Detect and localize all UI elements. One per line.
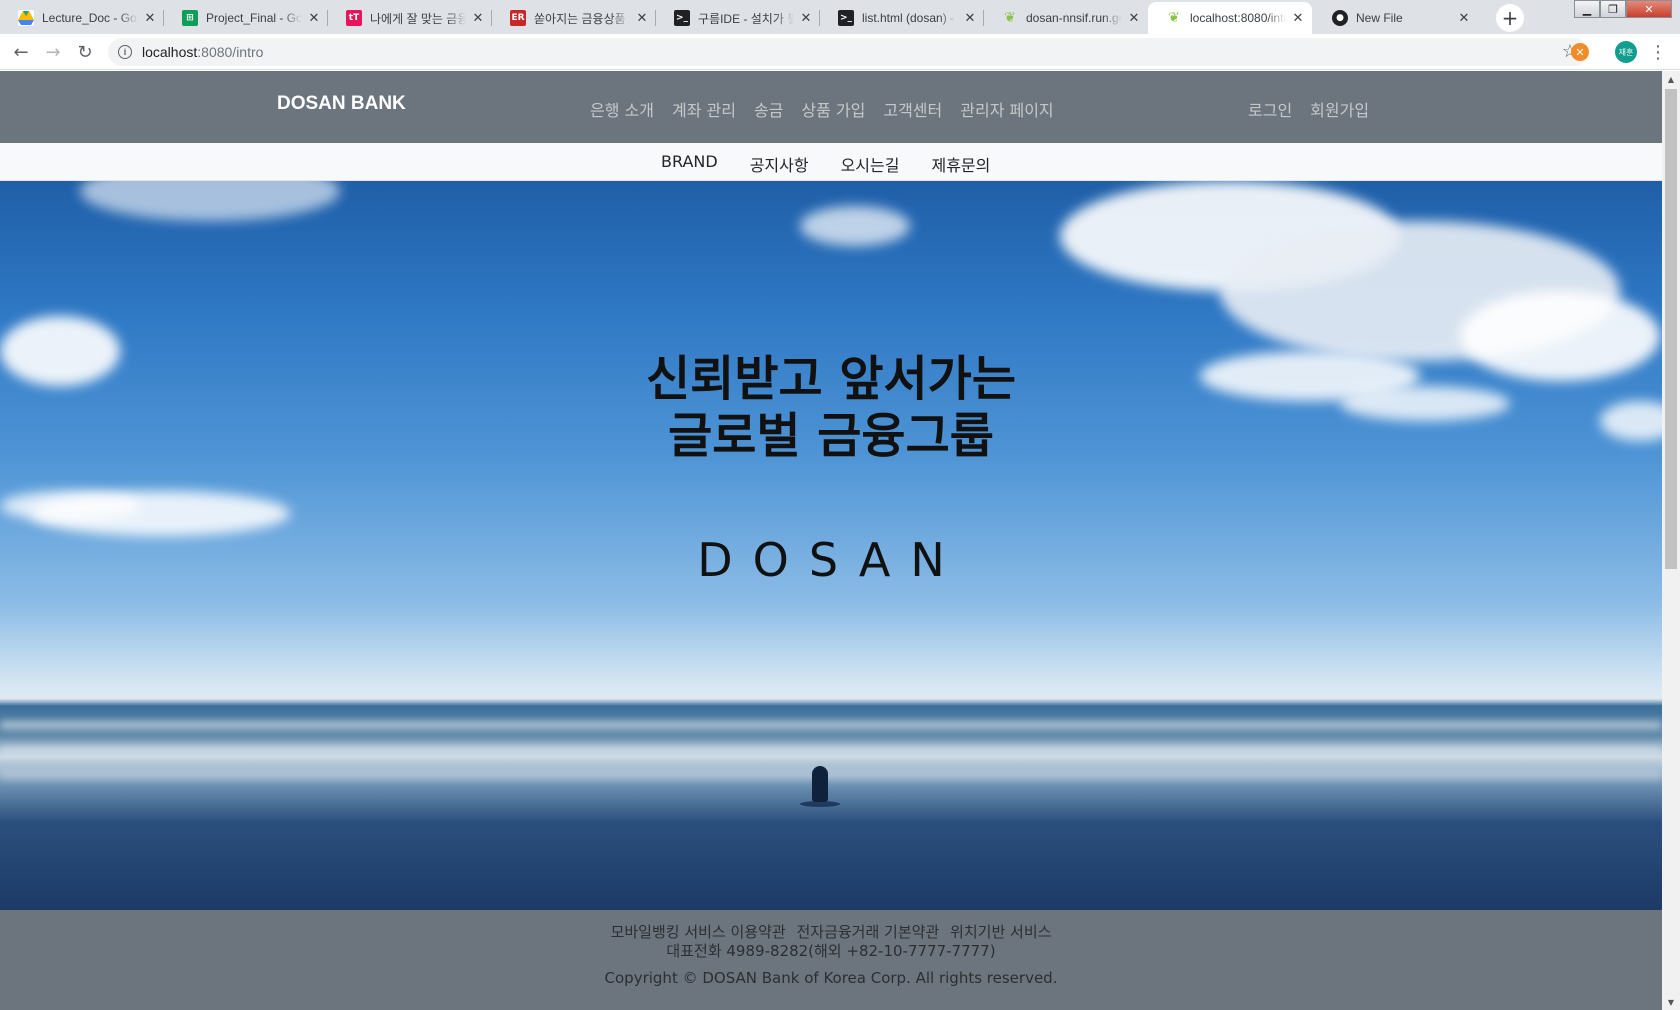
scroll-thumb[interactable]	[1665, 89, 1677, 569]
wave-highlight	[0, 746, 1662, 754]
browser-tab[interactable]: >_ 구름IDE - 설치가 필요없는 ✕	[656, 2, 820, 34]
cloud-shape	[80, 181, 340, 221]
close-tab-icon[interactable]: ✕	[962, 10, 978, 26]
address-bar[interactable]: i localhost:8080/intro ☆	[108, 38, 1588, 66]
scroll-down-arrow-icon[interactable]: ▼	[1662, 994, 1680, 1010]
close-tab-icon[interactable]: ✕	[634, 10, 650, 26]
site-navbar: DOSAN BANK 은행 소개 계좌 관리 송금 상품 가입 고객센터 관리자…	[0, 71, 1662, 143]
hero-brand-text: DOSAN	[697, 533, 965, 587]
nav-link-admin[interactable]: 관리자 페이지	[960, 97, 1053, 121]
cloud-shape	[800, 206, 910, 246]
page-scrollbar[interactable]: ▲ ▼	[1662, 71, 1680, 1010]
tab-title: dosan-nnsif.run.goorm.io	[1026, 11, 1122, 25]
browser-toolbar: ← → ↻ i localhost:8080/intro ☆ ✕ 재훈 ⋮	[0, 34, 1680, 70]
tab-title: 쏟아지는 금융상품	[534, 11, 626, 26]
new-tab-plus-icon[interactable]: +	[1496, 4, 1524, 32]
browser-tab[interactable]: ● New File ✕	[1314, 2, 1478, 34]
tt-icon: tT	[346, 10, 362, 26]
er-icon: ER	[510, 10, 526, 26]
forward-arrow-icon[interactable]: →	[41, 40, 65, 64]
site-footer: 모바일뱅킹 서비스 이용약관 전자금융거래 기본약관 위치기반 서비스 대표전화…	[0, 910, 1662, 1010]
footer-phone: 대표전화 4989-8282(해외 +82-10-7777-7777)	[666, 942, 996, 960]
close-tab-icon[interactable]: ✕	[1290, 10, 1306, 26]
tab-title: localhost:8080/intro	[1190, 11, 1286, 25]
browser-tab[interactable]: ⊞ Project_Final - Google Sheets ✕	[164, 2, 328, 34]
wave-highlight	[0, 771, 1662, 779]
browser-tab[interactable]: Lecture_Doc - Google Drive ✕	[0, 2, 164, 34]
close-window-icon[interactable]: ✕	[1626, 0, 1672, 18]
browser-menu-icon[interactable]: ⋮	[1649, 40, 1667, 64]
hero-headline-line2: 글로벌 금융그룹	[668, 408, 994, 464]
brand-logo[interactable]: DOSAN BANK	[277, 93, 406, 115]
signup-link[interactable]: 회원가입	[1310, 97, 1369, 121]
terminal-icon: >_	[838, 10, 854, 26]
nav-link-transfer[interactable]: 송금	[754, 97, 783, 121]
browser-tab[interactable]: tT 나에게 잘 맞는 금융상품 ✕	[328, 2, 492, 34]
web-page: DOSAN BANK 은행 소개 계좌 관리 송금 상품 가입 고객센터 관리자…	[0, 71, 1662, 1010]
footer-link-mobile-terms[interactable]: 모바일뱅킹 서비스 이용약관	[611, 923, 786, 941]
tab-title: 나에게 잘 맞는 금융상품	[370, 11, 466, 26]
footer-link-efinance-terms[interactable]: 전자금융거래 기본약관	[796, 923, 939, 941]
wave-highlight	[0, 721, 1662, 729]
back-arrow-icon[interactable]: ←	[9, 40, 33, 64]
subnav-brand[interactable]: BRAND	[661, 152, 718, 176]
nav-link-about[interactable]: 은행 소개	[590, 97, 654, 121]
sheets-icon: ⊞	[182, 10, 198, 26]
drive-icon	[18, 10, 34, 26]
sub-navbar: BRAND 공지사항 오시는길 제휴문의	[0, 143, 1662, 181]
terminal-icon: >_	[674, 10, 690, 26]
subnav-notice[interactable]: 공지사항	[750, 152, 809, 176]
browser-tab-active[interactable]: ❦ localhost:8080/intro ✕	[1148, 2, 1312, 34]
github-icon: ●	[1332, 10, 1348, 26]
subnav-directions[interactable]: 오시는길	[841, 152, 900, 176]
tab-title: 구름IDE - 설치가 필요없는	[698, 11, 794, 26]
cloud-shape	[30, 491, 290, 536]
close-tab-icon[interactable]: ✕	[306, 10, 322, 26]
url-path: :8080/intro	[197, 44, 264, 60]
tab-title: Lecture_Doc - Google Drive	[42, 11, 138, 25]
info-icon[interactable]: i	[118, 45, 132, 59]
close-tab-icon[interactable]: ✕	[470, 10, 486, 26]
tab-title: New File	[1356, 11, 1403, 25]
person-silhouette	[812, 766, 828, 802]
close-tab-icon[interactable]: ✕	[142, 10, 158, 26]
maximize-icon[interactable]: ❐	[1600, 0, 1626, 18]
url-host: localhost	[142, 44, 198, 60]
leaf-icon: ❦	[1168, 10, 1180, 26]
subnav-partnership[interactable]: 제휴문의	[931, 152, 990, 176]
browser-tab-strip: Lecture_Doc - Google Drive ✕ ⊞ Project_F…	[0, 0, 1680, 34]
footer-copyright: Copyright © DOSAN Bank of Korea Corp. Al…	[604, 969, 1058, 987]
leaf-icon: ❦	[1004, 10, 1016, 26]
extension-icon[interactable]: ✕	[1571, 43, 1589, 61]
tab-title: list.html (dosan) - goorm	[862, 11, 958, 25]
close-tab-icon[interactable]: ✕	[1456, 10, 1472, 26]
nav-link-support[interactable]: 고객센터	[883, 97, 942, 121]
nav-link-accounts[interactable]: 계좌 관리	[672, 97, 736, 121]
reload-icon[interactable]: ↻	[73, 40, 97, 64]
hero-banner: 신뢰받고 앞서가는 글로벌 금융그룹 DOSAN	[0, 181, 1662, 910]
browser-tab[interactable]: >_ list.html (dosan) - goorm ✕	[820, 2, 984, 34]
login-link[interactable]: 로그인	[1248, 97, 1292, 121]
browser-tab[interactable]: ER 쏟아지는 금융상품 ✕	[492, 2, 656, 34]
scroll-up-arrow-icon[interactable]: ▲	[1662, 71, 1680, 87]
main-nav: 은행 소개 계좌 관리 송금 상품 가입 고객센터 관리자 페이지	[590, 97, 1054, 121]
close-tab-icon[interactable]: ✕	[798, 10, 814, 26]
browser-tab[interactable]: ❦ dosan-nnsif.run.goorm.io ✕	[984, 2, 1148, 34]
footer-links: 모바일뱅킹 서비스 이용약관 전자금융거래 기본약관 위치기반 서비스	[0, 924, 1662, 940]
auth-nav: 로그인 회원가입	[1248, 97, 1369, 121]
tab-title: Project_Final - Google Sheets	[206, 11, 302, 25]
profile-avatar[interactable]: 재훈	[1615, 41, 1637, 63]
footer-link-location-service[interactable]: 위치기반 서비스	[950, 923, 1051, 941]
minimize-icon[interactable]: ▁	[1574, 0, 1600, 18]
hero-headline-line1: 신뢰받고 앞서가는	[646, 351, 1016, 407]
close-tab-icon[interactable]: ✕	[1126, 10, 1142, 26]
nav-link-products[interactable]: 상품 가입	[801, 97, 865, 121]
